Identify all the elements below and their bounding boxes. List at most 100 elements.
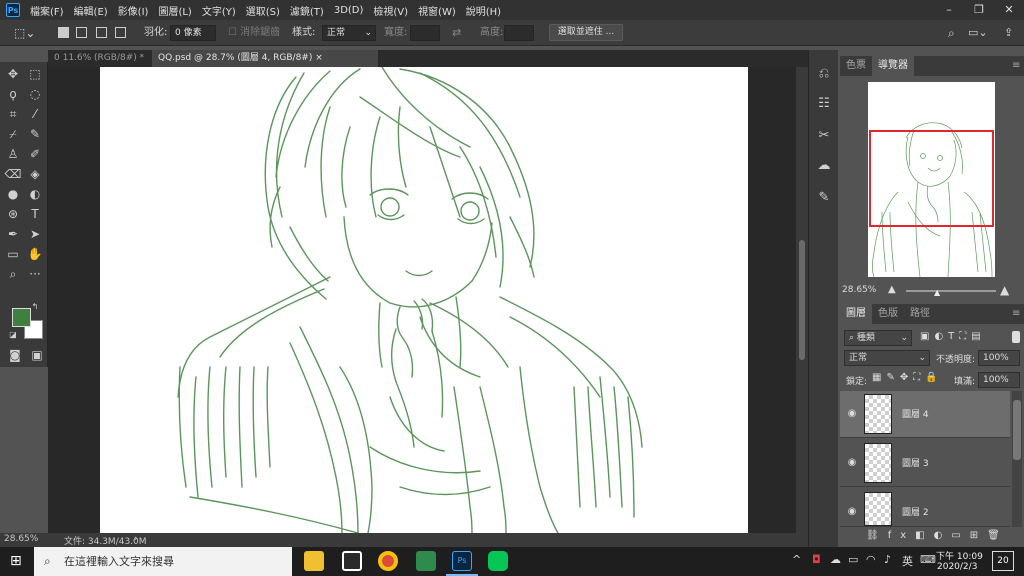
evernote-icon[interactable] [416, 551, 436, 571]
brush-panel-icon[interactable]: ✎ [814, 188, 834, 208]
notification-center-icon[interactable]: 20 [992, 551, 1014, 571]
marquee-preset-icon[interactable]: ⬚⌄ [14, 25, 35, 41]
status-arrow-icon[interactable]: › [134, 534, 138, 544]
zoom-slider[interactable] [906, 290, 996, 292]
dodge-tool-icon[interactable]: ◐ [26, 186, 44, 203]
history-panel-icon[interactable]: ⎌ [814, 64, 834, 84]
pen-tool-icon[interactable]: ✒ [4, 226, 22, 243]
zoom-tool-icon[interactable]: ⌕ [4, 266, 22, 283]
chrome-icon[interactable] [378, 551, 398, 571]
antialias-checkbox[interactable]: ☐ 消除鋸齒 [228, 25, 280, 41]
menu-filter[interactable]: 濾鏡(T) [290, 3, 324, 18]
layers-scrollbar-thumb[interactable] [1013, 400, 1021, 460]
tray-app-icon[interactable]: ◘ [812, 553, 821, 566]
taskbar-date[interactable]: 2020/2/3 [937, 562, 977, 572]
rectangle-tool-icon[interactable]: ▭ [4, 246, 22, 263]
document-canvas[interactable] [100, 67, 748, 533]
taskbar-time[interactable]: 下午 10:09 [936, 549, 983, 562]
tab-navigator[interactable]: 導覽器 [872, 56, 914, 76]
tab-paths[interactable]: 路徑 [904, 304, 936, 324]
blur-tool-icon[interactable]: ● [4, 186, 22, 203]
panel-menu-icon[interactable]: ≡ [1006, 56, 1024, 76]
line-icon[interactable] [488, 551, 508, 571]
move-tool-icon[interactable]: ✥ [4, 66, 22, 83]
tab-layers[interactable]: 圖層 [840, 304, 872, 324]
intersect-selection-icon[interactable] [115, 27, 126, 38]
layer-row[interactable]: ◉ 圖層 4 [840, 391, 1010, 438]
subtract-selection-icon[interactable] [96, 27, 107, 38]
type-tool-icon[interactable]: T [26, 206, 44, 223]
screen-mode-icon[interactable]: ▣ [28, 347, 46, 364]
libraries-panel-icon[interactable]: ☁ [814, 156, 834, 176]
lasso-tool-icon[interactable]: ϙ [4, 86, 22, 103]
path-select-tool-icon[interactable]: ➤ [26, 226, 44, 243]
quick-mask-icon[interactable]: ◙ [6, 347, 24, 364]
foreground-color-swatch[interactable] [12, 308, 31, 327]
store-icon[interactable] [342, 551, 362, 571]
tray-chevron-icon[interactable]: ^ [792, 553, 801, 566]
tab-swatches[interactable]: 色票 [840, 56, 872, 76]
minimize-button[interactable]: – [934, 0, 964, 20]
layer-row[interactable]: ◉ 圖層 2 [840, 489, 1010, 527]
lock-icons[interactable]: ▦✎✥⛶🔒 [872, 372, 943, 383]
filter-toggle-icon[interactable] [1012, 331, 1020, 343]
navigator-view-frame[interactable] [869, 130, 994, 227]
bucket-tool-icon[interactable]: ◈ [26, 166, 44, 183]
menu-view[interactable]: 檢視(V) [373, 3, 408, 18]
tray-network-icon[interactable]: ◠ [866, 553, 876, 566]
share-icon[interactable]: ⇪ [1004, 25, 1013, 41]
crop-tool-icon[interactable]: ⌗ [4, 106, 22, 123]
marquee-tool-icon[interactable]: ⬚ [26, 66, 44, 83]
menu-3d[interactable]: 3D(D) [334, 5, 364, 16]
tray-cloud-icon[interactable]: ☁ [830, 553, 841, 566]
visibility-eye-icon[interactable]: ◉ [846, 408, 858, 420]
layer-filter-select[interactable]: ⌕ 種類 ⌄ [844, 330, 912, 346]
file-explorer-icon[interactable] [304, 551, 324, 571]
visibility-eye-icon[interactable]: ◉ [846, 506, 858, 518]
width-input[interactable] [410, 25, 440, 41]
layer-actions-bar[interactable]: ⛓fx◧◐▭⊞🗑 [866, 530, 1009, 541]
tray-keyboard-icon[interactable]: ⌨ [920, 553, 936, 566]
select-and-mask-button[interactable]: 選取並遮住 ... [549, 24, 623, 41]
photoshop-taskbar-icon[interactable]: Ps [452, 551, 472, 571]
close-button[interactable]: ✕ [994, 0, 1024, 20]
menu-type[interactable]: 文字(Y) [202, 3, 236, 18]
tab-close-icon[interactable]: × [315, 53, 323, 63]
tools-panel-icon[interactable]: ✂ [814, 126, 834, 146]
menu-help[interactable]: 說明(H) [466, 3, 501, 18]
tray-ime-label[interactable]: 英 [902, 553, 913, 569]
menu-edit[interactable]: 編輯(E) [74, 3, 108, 18]
default-colors-icon[interactable]: ◪ [8, 330, 18, 340]
menu-select[interactable]: 選取(S) [246, 3, 280, 18]
eraser-tool-icon[interactable]: ⌫ [4, 166, 22, 183]
hand-tool-icon[interactable]: ✋ [26, 246, 44, 263]
properties-panel-icon[interactable]: ☷ [814, 94, 834, 114]
restore-button[interactable]: ❐ [964, 0, 994, 20]
menu-file[interactable]: 檔案(F) [30, 3, 64, 18]
tab-document-1[interactable]: 0 11.6% (RGB/8#) * [48, 50, 146, 67]
add-selection-icon[interactable] [76, 27, 87, 38]
layer-filter-icons[interactable]: ▣◐T⛶▤ [920, 331, 986, 342]
new-selection-icon[interactable] [58, 27, 69, 38]
canvas-area[interactable] [48, 67, 808, 533]
fill-input[interactable]: 100% [978, 372, 1020, 388]
workspace-icon[interactable]: ▭⌄ [968, 25, 988, 41]
style-select[interactable]: 正常 ⌄ [322, 25, 376, 41]
taskbar-search-input[interactable]: 在這裡輸入文字來搜尋 [34, 547, 292, 576]
height-input[interactable] [504, 25, 534, 41]
opacity-input[interactable]: 100% [978, 350, 1020, 366]
menu-window[interactable]: 視窗(W) [418, 3, 456, 18]
swap-icon[interactable]: ⇄ [452, 25, 461, 41]
quick-select-tool-icon[interactable]: ◌ [26, 86, 44, 103]
blend-mode-select[interactable]: 正常 ⌄ [844, 350, 930, 366]
tray-battery-icon[interactable]: ▭ [848, 553, 858, 566]
tray-volume-icon[interactable]: ♪ [884, 553, 891, 566]
smudge-tool-icon[interactable]: ⊛ [4, 206, 22, 223]
windows-start-icon[interactable]: ⊞ [10, 553, 22, 569]
menu-layer[interactable]: 圖層(L) [158, 3, 191, 18]
tab-document-qq[interactable]: QQ.psd @ 28.7% (圖層 4, RGB/8#) × [152, 50, 378, 67]
feather-input[interactable]: 0 像素 [170, 25, 216, 41]
scrollbar-thumb[interactable] [799, 240, 805, 360]
healing-tool-icon[interactable]: ⌿ [4, 126, 22, 143]
zoom-in-icon[interactable]: ▲ [1000, 283, 1009, 297]
